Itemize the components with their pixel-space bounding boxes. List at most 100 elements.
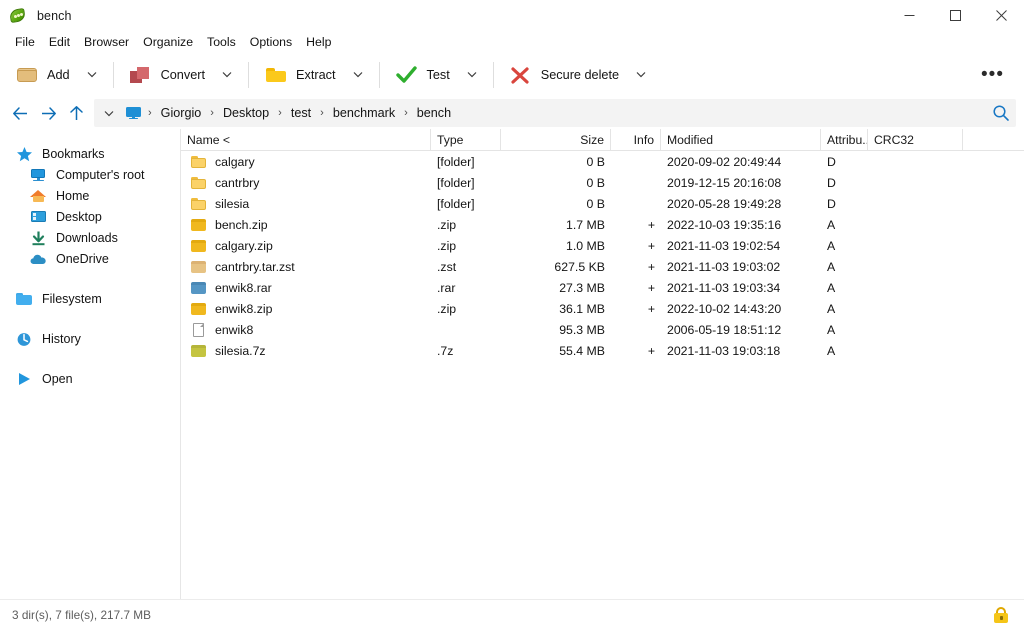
folder-icon [16, 291, 33, 307]
breadcrumb-separator: › [320, 107, 324, 119]
table-row[interactable]: silesia [folder] 0 B 2020-05-28 19:49:28… [181, 193, 1024, 214]
file-crc32 [868, 151, 963, 172]
sidebar-item-downloads[interactable]: Downloads [0, 227, 180, 248]
breadcrumb-bench[interactable]: bench [410, 103, 458, 123]
breadcrumb-test[interactable]: test [284, 103, 318, 123]
archive-zip-icon [191, 239, 207, 253]
close-icon[interactable] [978, 0, 1024, 31]
file-name-cell[interactable]: cantrbry.tar.zst [181, 256, 431, 277]
archive-7z-icon [191, 344, 207, 358]
column-header-crc32[interactable]: CRC32 [868, 129, 963, 150]
file-name-cell[interactable]: enwik8.zip [181, 298, 431, 319]
toolbar-overflow-button[interactable]: ••• [971, 65, 1014, 85]
menu-edit[interactable]: Edit [42, 32, 77, 52]
convert-dropdown-caret[interactable] [214, 58, 240, 92]
column-header-modified[interactable]: Modified [661, 129, 821, 150]
column-header-attributes[interactable]: Attribu... [821, 129, 868, 150]
sidebar-item-filesystem[interactable]: Filesystem [0, 288, 180, 309]
sidebar-item-bookmarks[interactable]: Bookmarks [0, 143, 180, 164]
table-row[interactable]: cantrbry [folder] 0 B 2019-12-15 20:16:0… [181, 172, 1024, 193]
sidebar-item-open[interactable]: Open [0, 368, 180, 389]
table-row[interactable]: calgary.zip .zip 1.0 MB + 2021-11-03 19:… [181, 235, 1024, 256]
table-row[interactable]: silesia.7z .7z 55.4 MB + 2021-11-03 19:0… [181, 340, 1024, 361]
arrow-left-icon[interactable] [6, 99, 34, 127]
table-row[interactable]: enwik8.zip .zip 36.1 MB + 2022-10-02 14:… [181, 298, 1024, 319]
menu-options[interactable]: Options [243, 32, 299, 52]
file-size: 95.3 MB [559, 322, 605, 337]
table-row[interactable]: bench.zip .zip 1.7 MB + 2022-10-03 19:35… [181, 214, 1024, 235]
arrow-right-icon[interactable] [34, 99, 62, 127]
column-header-size[interactable]: Size [501, 129, 611, 150]
file-info: + [647, 259, 655, 274]
table-row[interactable]: enwik8.rar .rar 27.3 MB + 2021-11-03 19:… [181, 277, 1024, 298]
extract-dropdown-caret[interactable] [345, 58, 371, 92]
file-name-cell[interactable]: cantrbry [181, 172, 431, 193]
menu-organize[interactable]: Organize [136, 32, 200, 52]
menu-file[interactable]: File [8, 32, 42, 52]
add-dropdown-caret[interactable] [79, 58, 105, 92]
file-name-cell[interactable]: enwik8 [181, 319, 431, 340]
sidebar-item-computers-root[interactable]: Computer's root [0, 164, 180, 185]
maximize-icon[interactable] [932, 0, 978, 31]
secure-delete-button[interactable]: Secure delete [502, 58, 628, 92]
breadcrumb-giorgio[interactable]: Giorgio [154, 103, 209, 123]
table-row[interactable]: calgary [folder] 0 B 2020-09-02 20:49:44… [181, 151, 1024, 172]
file-name-cell[interactable]: calgary.zip [181, 235, 431, 256]
computer-monitor-icon[interactable] [120, 101, 146, 125]
file-info: + [647, 343, 655, 358]
column-header-type[interactable]: Type [431, 129, 501, 150]
add-archive-icon [16, 65, 38, 85]
sidebar-item-desktop[interactable]: Desktop [0, 206, 180, 227]
breadcrumb-desktop[interactable]: Desktop [216, 103, 276, 123]
star-icon [16, 146, 33, 162]
convert-button[interactable]: Convert [122, 58, 214, 92]
menu-browser[interactable]: Browser [77, 32, 136, 52]
file-name-cell[interactable]: silesia.7z [181, 340, 431, 361]
sidebar-item-onedrive[interactable]: OneDrive [0, 248, 180, 269]
add-button[interactable]: Add [8, 58, 79, 92]
arrow-up-icon[interactable] [62, 99, 90, 127]
file-size: 0 B [586, 154, 605, 169]
column-header-info[interactable]: Info [611, 129, 661, 150]
secure-delete-dropdown-caret[interactable] [628, 58, 654, 92]
lock-icon[interactable] [992, 606, 1010, 624]
file-name-cell[interactable]: enwik8.rar [181, 277, 431, 298]
minimize-icon[interactable] [886, 0, 932, 31]
main-area: Bookmarks Computer's root Home Desktop D… [0, 129, 1024, 599]
test-button-label: Test [426, 67, 450, 82]
table-row[interactable]: cantrbry.tar.zst .zst 627.5 KB + 2021-11… [181, 256, 1024, 277]
folder-icon [191, 155, 207, 169]
toolbar-group-test: Test [388, 53, 485, 97]
breadcrumb-bar[interactable]: › Giorgio › Desktop › test › benchmark ›… [94, 99, 1016, 127]
chevron-down-icon[interactable] [98, 101, 120, 125]
test-button[interactable]: Test [388, 58, 459, 92]
menu-help[interactable]: Help [299, 32, 338, 52]
menu-tools[interactable]: Tools [200, 32, 243, 52]
add-button-label: Add [47, 67, 70, 82]
file-name-cell[interactable]: calgary [181, 151, 431, 172]
test-dropdown-caret[interactable] [459, 58, 485, 92]
file-size: 1.7 MB [566, 217, 605, 232]
folder-icon [191, 197, 207, 211]
window-title: bench [37, 8, 72, 23]
file-name-cell[interactable]: bench.zip [181, 214, 431, 235]
extract-button[interactable]: Extract [257, 58, 344, 92]
file-type: .zip [437, 217, 457, 232]
table-row[interactable]: enwik8 95.3 MB 2006-05-19 18:51:12 A [181, 319, 1024, 340]
desktop-icon [30, 209, 47, 225]
file-type [431, 319, 501, 340]
file-name-cell[interactable]: silesia [181, 193, 431, 214]
breadcrumb-separator: › [148, 107, 152, 119]
file-type: .zip [437, 301, 457, 316]
sidebar-item-history[interactable]: History [0, 328, 180, 349]
breadcrumb-benchmark[interactable]: benchmark [326, 103, 402, 123]
sidebar-item-home[interactable]: Home [0, 185, 180, 206]
file-attributes: D [827, 175, 836, 190]
file-size: 27.3 MB [559, 280, 605, 295]
sidebar: Bookmarks Computer's root Home Desktop D… [0, 129, 181, 599]
file-name: cantrbry [215, 175, 260, 190]
search-icon[interactable] [986, 99, 1016, 127]
history-clock-icon [16, 331, 33, 347]
column-header-name[interactable]: Name < [181, 129, 431, 150]
file-size: 0 B [586, 196, 605, 211]
